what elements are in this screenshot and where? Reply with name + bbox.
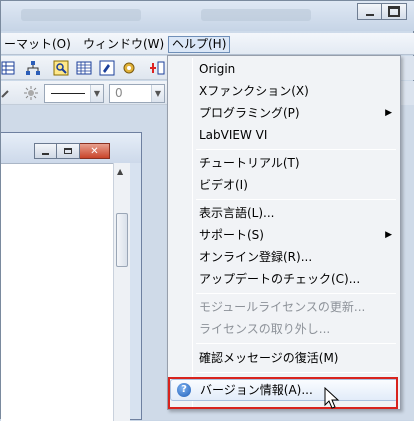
menu-item-origin[interactable]: Origin — [170, 58, 398, 80]
highlight-annotation-box — [168, 377, 398, 409]
grid-icon[interactable] — [1, 60, 17, 76]
help-menu-dropdown: Origin Xファンクション(X) プログラミング(P) ▶ LabVIEW … — [167, 55, 401, 410]
hierarchy-icon[interactable] — [25, 60, 41, 76]
child-window-controls: ✕ — [34, 143, 110, 159]
child-window-content — [1, 163, 129, 421]
child-window: ✕ ▲ — [1, 132, 142, 421]
line-style-combo[interactable]: ▼ — [44, 84, 104, 103]
menu-bar: ーマット(O) ウィンドウ(W) ヘルプ(H) — [1, 33, 414, 55]
menu-item-license-removal: ライセンスの取り外し... — [199, 322, 331, 336]
menu-separator — [196, 293, 396, 294]
window-controls — [357, 3, 407, 20]
worksheet-icon[interactable] — [76, 60, 92, 76]
zoom-icon[interactable] — [53, 60, 69, 76]
menu-item-check-updates[interactable]: アップデートのチェック(C)... — [170, 268, 398, 290]
menu-separator — [196, 343, 396, 344]
child-window-titlebar: ✕ — [1, 133, 141, 163]
minimize-icon — [42, 152, 49, 155]
mouse-cursor-icon — [324, 387, 340, 409]
line-style-preview — [51, 93, 85, 94]
scrollbar-thumb[interactable] — [116, 213, 128, 267]
title-bar — [1, 1, 414, 31]
menu-item-xfunction[interactable]: Xファンクション(X) — [170, 80, 398, 102]
menu-format[interactable]: ーマット(O) — [1, 36, 74, 53]
child-minimize-button[interactable] — [34, 143, 57, 159]
menu-item-tutorial[interactable]: チュートリアル(T) — [170, 152, 398, 174]
line-color-icon[interactable] — [1, 85, 17, 101]
add-column-icon[interactable] — [149, 60, 165, 76]
menu-item-programming[interactable]: プログラミング(P) ▶ — [170, 102, 398, 124]
menu-item-online-registration[interactable]: オンライン登録(R)... — [170, 246, 398, 268]
title-bar-blur — [21, 9, 141, 21]
line-width-value: 0 — [115, 86, 123, 100]
brightness-icon[interactable] — [23, 85, 39, 101]
menu-separator — [196, 199, 396, 200]
vertical-scrollbar[interactable]: ▲ — [113, 163, 130, 421]
settings-gear-icon[interactable] — [121, 60, 137, 76]
maximize-button[interactable] — [382, 3, 407, 20]
line-width-combo[interactable]: 0 ▼ — [109, 84, 165, 103]
submenu-arrow-icon: ▶ — [385, 108, 392, 118]
menu-item-support[interactable]: サポート(S) ▶ — [170, 224, 398, 246]
restore-icon — [64, 148, 72, 154]
title-bar-blur — [201, 9, 311, 21]
menu-separator — [196, 372, 396, 373]
menu-item-label: プログラミング(P) — [199, 106, 300, 120]
menu-separator — [196, 149, 396, 150]
menu-item-restore-confirmations[interactable]: 確認メッセージの復活(M) — [170, 347, 398, 369]
child-restore-button[interactable] — [57, 143, 80, 159]
minimize-button[interactable] — [357, 3, 382, 20]
menu-item-module-license-update: モジュールライセンスの更新... — [199, 300, 366, 314]
menu-window[interactable]: ウィンドウ(W) — [80, 36, 167, 53]
child-close-button[interactable]: ✕ — [80, 143, 110, 159]
application-window: ーマット(O) ウィンドウ(W) ヘルプ(H) ▼ 0 ▼ ✕ ▲ Origin… — [0, 0, 414, 421]
menu-item-labview[interactable]: LabVIEW VI — [170, 124, 398, 146]
menu-item-label: サポート(S) — [199, 228, 264, 242]
scroll-up-icon[interactable]: ▲ — [117, 167, 123, 176]
submenu-arrow-icon: ▶ — [385, 230, 392, 240]
chevron-down-icon: ▼ — [90, 85, 103, 102]
chevron-down-icon: ▼ — [151, 85, 164, 102]
menu-item-video[interactable]: ビデオ(I) — [170, 174, 398, 196]
menu-item-display-language[interactable]: 表示言語(L)... — [170, 202, 398, 224]
menu-help[interactable]: ヘルプ(H) — [168, 36, 231, 53]
close-icon: ✕ — [90, 145, 99, 157]
notes-icon[interactable] — [99, 60, 115, 76]
